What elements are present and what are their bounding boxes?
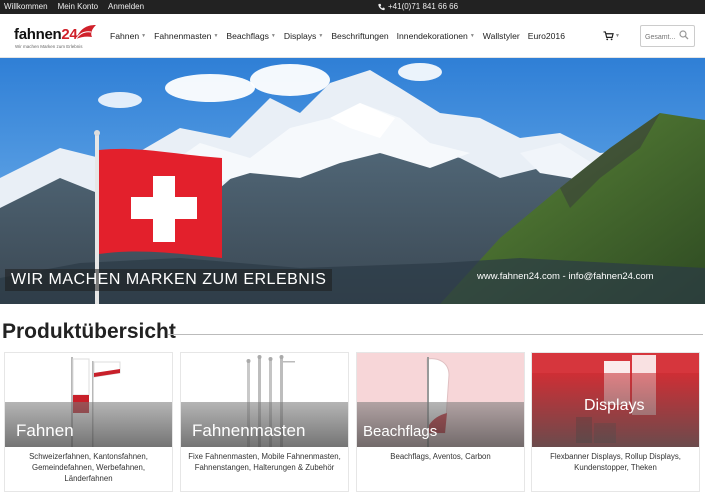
logo-tagline: Wir machen Marken zum Erlebnis (15, 44, 83, 49)
site-header: fahnen24 Wir machen Marken zum Erlebnis … (0, 14, 705, 58)
product-card-displays[interactable]: Displays Flexbanner Displays, Rollup Dis… (531, 352, 700, 492)
cart-button[interactable]: ▼ (603, 31, 620, 41)
nav-displays[interactable]: Displays ▼ (284, 31, 323, 41)
card-description: Fixe Fahnenmasten, Mobile Fahnenmasten, … (188, 452, 341, 472)
nav-fahnenmasten[interactable]: Fahnenmasten ▼ (154, 31, 218, 41)
chevron-down-icon: ▼ (141, 33, 147, 39)
search-box (640, 25, 695, 48)
card-title: Beachflags (363, 423, 438, 440)
logo-flag-icon (75, 25, 96, 40)
nav-innendekorationen[interactable]: Innendekorationen ▼ (397, 31, 475, 41)
cart-icon (603, 31, 614, 41)
hero-slogan: WIR MACHEN MARKEN ZUM ERLEBNIS (5, 269, 333, 291)
chevron-down-icon: ▼ (615, 33, 620, 39)
card-description: Schweizerfahnen, Kantonsfahnen, Gemeinde… (29, 452, 148, 483)
logo[interactable]: fahnen24 Wir machen Marken zum Erlebnis (14, 23, 100, 51)
section-title: Produktübersicht (2, 320, 176, 343)
nav-beachflags[interactable]: Beachflags ▼ (226, 31, 275, 41)
nav-fahnen[interactable]: Fahnen ▼ (110, 31, 146, 41)
logo-wordmark: fahnen24 (14, 26, 78, 43)
nav-euro2016[interactable]: Euro2016 (528, 31, 565, 41)
hero-banner: WIR MACHEN MARKEN ZUM ERLEBNIS www.fahne… (0, 58, 705, 304)
product-card-fahnen[interactable]: Fahnen Schweizerfahnen, Kantonsfahnen, G… (4, 352, 173, 492)
phone-number[interactable]: +41(0)71 841 66 66 (388, 0, 458, 14)
chevron-down-icon: ▼ (469, 33, 475, 39)
card-title: Displays (584, 397, 645, 414)
product-card-fahnenmasten[interactable]: Fahnenmasten Fixe Fahnenmasten, Mobile F… (180, 352, 349, 492)
nav-wallstyler[interactable]: Wallstyler (483, 31, 520, 41)
chevron-down-icon: ▼ (213, 33, 219, 39)
welcome-link[interactable]: Willkommen (4, 0, 48, 14)
chevron-down-icon: ▼ (318, 33, 324, 39)
hero-contact[interactable]: www.fahnen24.com - info@fahnen24.com (477, 270, 654, 284)
login-link[interactable]: Anmelden (108, 0, 144, 14)
chevron-down-icon: ▼ (270, 33, 276, 39)
account-links: Willkommen Mein Konto Anmelden (4, 0, 144, 14)
section-divider (168, 334, 703, 335)
product-card-beachflags[interactable]: Beachflags Beachflags, Aventos, Carbon (356, 352, 525, 492)
phone-icon (378, 3, 385, 11)
card-title: Fahnenmasten (192, 421, 306, 440)
alpine-flag-photo (0, 58, 705, 304)
my-account-link[interactable]: Mein Konto (58, 0, 98, 14)
top-bar: Willkommen Mein Konto Anmelden +41(0)71 … (0, 0, 705, 14)
card-description: Flexbanner Displays, Rollup Displays, Ku… (550, 452, 681, 472)
card-title: Fahnen (16, 421, 74, 440)
phone-contact: +41(0)71 841 66 66 (378, 0, 458, 14)
search-icon[interactable] (679, 30, 689, 40)
card-description: Beachflags, Aventos, Carbon (390, 452, 491, 461)
search-input[interactable] (641, 27, 679, 48)
nav-beschriftungen[interactable]: Beschriftungen (331, 31, 388, 41)
main-nav: Fahnen ▼ Fahnenmasten ▼ Beachflags ▼ Displa… (110, 14, 573, 58)
